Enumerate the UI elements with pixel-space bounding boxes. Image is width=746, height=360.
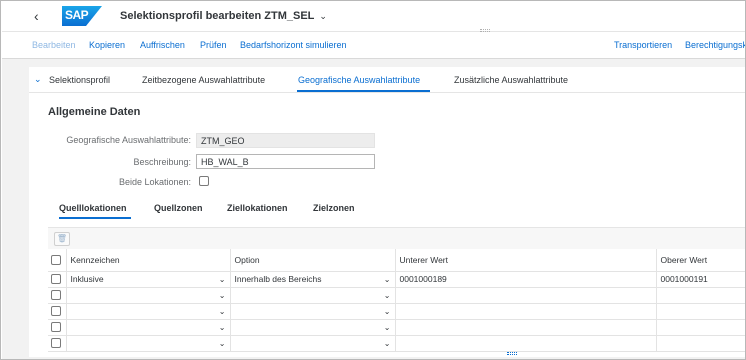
- table-row[interactable]: Inklusive ⌄ Innerhalb des Bereichs ⌄ 00010…: [48, 271, 745, 288]
- sap-logo[interactable]: SAP: [62, 6, 102, 26]
- geo-attr-field: ZTM_GEO: [196, 133, 375, 148]
- row-checkbox[interactable]: [51, 290, 61, 301]
- section-tabbar: ⌄ Selektionsprofil Zeitbezogene Auswahla…: [29, 67, 745, 93]
- tab-selection-indicator: [297, 90, 430, 92]
- chevron-down-icon[interactable]: ⌄: [219, 323, 226, 332]
- transportieren-button[interactable]: Transportieren: [614, 40, 672, 50]
- description-label: Beschreibung:: [133, 157, 191, 167]
- chevron-down-icon[interactable]: ⌄: [219, 307, 226, 316]
- kennzeichen-select[interactable]: ⌄: [66, 287, 231, 304]
- app-window: ‹ SAP Selektionsprofil bearbeiten ZTM_SE…: [0, 0, 746, 360]
- row-select-cell[interactable]: [48, 303, 67, 320]
- unterer-wert-input[interactable]: [395, 319, 657, 336]
- chevron-down-icon[interactable]: ⌄: [219, 291, 226, 300]
- unterer-wert-input[interactable]: [395, 287, 657, 304]
- tab-zielzonen[interactable]: Zielzonen: [313, 203, 355, 213]
- sap-logo-text: SAP: [65, 8, 89, 22]
- oberer-wert-input[interactable]: [656, 319, 745, 336]
- shell-bar: ‹ SAP Selektionsprofil bearbeiten ZTM_SE…: [2, 2, 745, 32]
- row-checkbox[interactable]: [51, 274, 61, 285]
- row-select-cell[interactable]: [48, 271, 67, 288]
- delete-icon[interactable]: 🗑: [54, 232, 70, 246]
- app-title[interactable]: Selektionsprofil bearbeiten ZTM_SEL ⌄: [120, 10, 327, 22]
- oberer-wert-input[interactable]: 0001000191: [656, 271, 745, 288]
- content-area: ⌄ Selektionsprofil Zeitbezogene Auswahla…: [2, 59, 745, 359]
- option-select[interactable]: ⌄: [230, 335, 396, 352]
- unterer-wert-input[interactable]: 0001000189: [395, 271, 657, 288]
- chevron-down-icon[interactable]: ⌄: [219, 275, 226, 284]
- geo-attr-label: Geografische Auswahlattribute:: [66, 135, 191, 145]
- option-value: Innerhalb des Bereichs: [234, 274, 322, 284]
- table-row[interactable]: ⌄ ⌄: [48, 319, 745, 336]
- chevron-down-icon[interactable]: ⌄: [384, 275, 391, 284]
- table-row[interactable]: ⌄ ⌄: [48, 335, 745, 352]
- app-title-text: Selektionsprofil bearbeiten ZTM_SEL: [120, 10, 315, 22]
- row-checkbox[interactable]: [51, 306, 61, 317]
- berechtigung-button[interactable]: Berechtigungsk: [685, 40, 745, 50]
- table-row[interactable]: ⌄ ⌄: [48, 287, 745, 304]
- criteria-table: Kennzeichen Option Unterer Wert Oberer W…: [48, 249, 745, 352]
- object-panel: ⌄ Selektionsprofil Zeitbezogene Auswahla…: [29, 67, 745, 357]
- action-toolbar: Bearbeiten Kopieren Auffrischen Prüfen B…: [2, 29, 745, 59]
- column-header-oberer-wert[interactable]: Oberer Wert: [656, 249, 745, 272]
- auffrischen-button[interactable]: Auffrischen: [140, 40, 185, 50]
- kennzeichen-select[interactable]: ⌄: [66, 303, 231, 320]
- option-select[interactable]: ⌄: [230, 303, 396, 320]
- beide-lokationen-checkbox[interactable]: [199, 176, 209, 186]
- column-header-unterer-wert[interactable]: Unterer Wert: [395, 249, 657, 272]
- chevron-down-icon[interactable]: ⌄: [34, 74, 42, 85]
- table-header-row: Kennzeichen Option Unterer Wert Oberer W…: [48, 249, 745, 272]
- row-checkbox[interactable]: [51, 322, 61, 333]
- table-resize-grip[interactable]: [507, 352, 517, 355]
- tab-quelllokationen[interactable]: Quelllokationen: [59, 203, 127, 213]
- oberer-wert-input[interactable]: [656, 287, 745, 304]
- tab-quellzonen[interactable]: Quellzonen: [154, 203, 203, 213]
- column-header-kennzeichen[interactable]: Kennzeichen: [66, 249, 231, 272]
- chevron-down-icon[interactable]: ⌄: [384, 323, 391, 332]
- option-select[interactable]: Innerhalb des Bereichs ⌄: [230, 271, 396, 288]
- pruefen-button[interactable]: Prüfen: [200, 40, 227, 50]
- section-title: Allgemeine Daten: [48, 106, 141, 118]
- select-all-checkbox[interactable]: [51, 255, 61, 266]
- row-select-cell[interactable]: [48, 335, 67, 352]
- row-checkbox[interactable]: [51, 338, 61, 349]
- tab-ziellokationen[interactable]: Ziellokationen: [227, 203, 288, 213]
- back-icon[interactable]: ‹: [34, 8, 39, 24]
- tab-selektionsprofil[interactable]: Selektionsprofil: [49, 75, 110, 85]
- select-all-cell[interactable]: [48, 249, 67, 272]
- kennzeichen-value: Inklusive: [70, 274, 104, 284]
- tab-geografische[interactable]: Geografische Auswahlattribute: [298, 75, 420, 85]
- unterer-wert-input[interactable]: [395, 303, 657, 320]
- beide-lokationen-label: Beide Lokationen:: [118, 177, 191, 187]
- tab-zusaetzliche[interactable]: Zusätzliche Auswahlattribute: [454, 75, 568, 85]
- kennzeichen-select[interactable]: Inklusive ⌄: [66, 271, 231, 288]
- kopieren-button[interactable]: Kopieren: [89, 40, 125, 50]
- location-subtabs: Quelllokationen Quellzonen Ziellokatione…: [29, 197, 745, 219]
- kennzeichen-select[interactable]: ⌄: [66, 319, 231, 336]
- chevron-down-icon[interactable]: ⌄: [319, 11, 327, 21]
- chevron-down-icon[interactable]: ⌄: [384, 339, 391, 348]
- chevron-down-icon[interactable]: ⌄: [384, 307, 391, 316]
- table-toolbar: 🗑: [48, 227, 745, 249]
- bedarfshorizont-button[interactable]: Bedarfshorizont simulieren: [240, 40, 347, 50]
- chevron-down-icon[interactable]: ⌄: [384, 291, 391, 300]
- oberer-wert-input[interactable]: [656, 335, 745, 352]
- subtab-selection-indicator: [59, 217, 131, 219]
- option-select[interactable]: ⌄: [230, 287, 396, 304]
- unterer-wert-input[interactable]: [395, 335, 657, 352]
- description-input[interactable]: HB_WAL_B: [196, 154, 375, 169]
- option-select[interactable]: ⌄: [230, 319, 396, 336]
- column-header-option[interactable]: Option: [230, 249, 396, 272]
- chevron-down-icon[interactable]: ⌄: [219, 339, 226, 348]
- row-select-cell[interactable]: [48, 319, 67, 336]
- header-collapse-grip[interactable]: [480, 29, 490, 32]
- kennzeichen-select[interactable]: ⌄: [66, 335, 231, 352]
- bearbeiten-button[interactable]: Bearbeiten: [32, 40, 76, 50]
- table-row[interactable]: ⌄ ⌄: [48, 303, 745, 320]
- row-select-cell[interactable]: [48, 287, 67, 304]
- tab-zeitbezogene[interactable]: Zeitbezogene Auswahlattribute: [142, 75, 265, 85]
- oberer-wert-input[interactable]: [656, 303, 745, 320]
